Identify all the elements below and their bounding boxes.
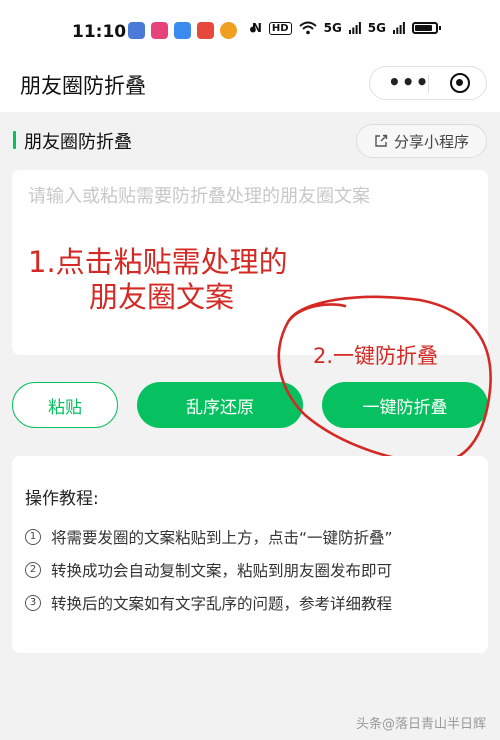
step-number: 2	[25, 562, 41, 578]
restore-order-button[interactable]: 乱序还原	[137, 382, 303, 428]
app-notification-icon	[151, 22, 168, 39]
battery-icon	[412, 22, 441, 34]
annotation-step1-line2: 朋友圈文案	[89, 280, 235, 314]
signal-bars-icon	[393, 22, 405, 34]
step-text: 转换成功会自动复制文案，粘贴到朋友圈发布即可	[51, 562, 393, 580]
annotation-step1-line1: 1.点击粘贴需处理的	[28, 245, 288, 279]
tutorial-title: 操作教程:	[25, 489, 99, 509]
copy-placeholder: 请输入或粘贴需要防折叠处理的朋友圈文案	[28, 186, 370, 207]
close-miniprogram-icon[interactable]	[450, 73, 470, 93]
notification-icons: •	[128, 20, 259, 40]
miniprogram-capsule: •••	[369, 66, 487, 100]
signal-5g-icon: 5G	[367, 21, 386, 35]
step-text: 将需要发圈的文案粘贴到上方，点击“一键防折叠”	[51, 529, 393, 547]
hd-icon: HD	[268, 21, 292, 35]
status-bar: 11:10 • N HD 5G 5G	[0, 0, 500, 62]
step-number: 1	[25, 529, 41, 545]
app-notification-icon	[128, 22, 145, 39]
weibo-icon	[220, 22, 237, 39]
section-accent-bar	[13, 131, 16, 149]
tutorial-step: 1 将需要发圈的文案粘贴到上方，点击“一键防折叠”	[25, 526, 393, 548]
step-number: 3	[25, 595, 41, 611]
share-miniprogram-button[interactable]: 分享小程序	[356, 124, 487, 158]
tutorial-step: 2 转换成功会自动复制文案，粘贴到朋友圈发布即可	[25, 559, 392, 581]
section-title: 朋友圈防折叠	[24, 132, 132, 153]
app-notification-icon	[174, 22, 191, 39]
signal-5g-icon: 5G	[323, 21, 342, 35]
app-notification-icon	[197, 22, 214, 39]
nav-bar: 朋友圈防折叠 •••	[0, 62, 500, 112]
tutorial-card: 操作教程: 1 将需要发圈的文案粘贴到上方，点击“一键防折叠” 2 转换成功会自…	[12, 456, 488, 653]
annotation-step2: 2.一键防折叠	[313, 344, 439, 368]
anti-fold-button[interactable]: 一键防折叠	[322, 382, 488, 428]
share-label: 分享小程序	[393, 132, 469, 151]
more-menu-icon[interactable]: •••	[388, 72, 429, 92]
step-text: 转换后的文案如有文字乱序的问题，参考详细教程	[51, 595, 393, 613]
paste-button[interactable]: 粘贴	[12, 382, 118, 428]
watermark: 头条@落日青山半日辉	[355, 717, 486, 732]
tutorial-step: 3 转换后的文案如有文字乱序的问题，参考详细教程	[25, 592, 392, 614]
page-title: 朋友圈防折叠	[20, 74, 146, 98]
signal-bars-icon	[348, 22, 361, 34]
status-indicators: N HD 5G 5G	[251, 21, 441, 35]
capsule-divider	[428, 75, 429, 93]
status-time: 11:10	[72, 22, 127, 42]
share-icon	[375, 134, 388, 147]
nfc-icon: N	[251, 21, 262, 35]
wifi-icon	[298, 21, 317, 35]
